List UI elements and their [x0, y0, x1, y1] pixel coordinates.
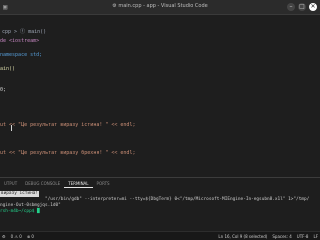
title-bar: ▣ ⚙ main.cpp - app - Visual Studio Code … — [0, 0, 320, 15]
window-title: ⚙ main.cpp - app - Visual Studio Code — [112, 3, 208, 9]
breadcrumb[interactable]: cpp > ⓕ main() — [0, 28, 320, 36]
code-line[interactable]: ut << "Це результат виразу істина! " << … — [0, 122, 135, 129]
status-problems[interactable]: 0 ⚠ 0 — [11, 234, 22, 239]
status-encoding[interactable]: UTF-8 — [297, 234, 309, 239]
close-button[interactable]: ✕ — [309, 3, 317, 11]
status-cursor-position[interactable]: Ln 16, Col 9 (8 selected) — [218, 234, 267, 239]
status-remote-icon[interactable]: ⚙ — [2, 234, 6, 239]
terminal[interactable]: виразу істина! "/usr/bin/gdb" --interpre… — [0, 190, 320, 230]
tab-debug-console[interactable]: DEBUG CONSOLE — [21, 179, 64, 188]
code-line[interactable]: ain() — [0, 66, 15, 73]
text-cursor — [11, 125, 12, 131]
code-line[interactable]: ut << "Це результат виразу брехня! " << … — [0, 150, 135, 157]
panel-divider — [0, 177, 320, 178]
code-editor[interactable]: de <iostream> namespace std; ain() 0; ut << … — [0, 38, 320, 178]
status-errors[interactable]: ⊗ 0 — [27, 234, 34, 239]
maximize-button[interactable]: □ — [298, 3, 306, 11]
panel-tabs: UTPUT DEBUG CONSOLE TERMINAL PORTS — [0, 179, 320, 188]
status-indentation[interactable]: Spaces: 4 — [272, 234, 291, 239]
tab-terminal[interactable]: TERMINAL — [64, 179, 93, 188]
status-bar: ⚙ 0 ⚠ 0 ⊗ 0 Ln 16, Col 9 (8 selected) Sp… — [0, 231, 320, 240]
tab-ports[interactable]: PORTS — [93, 179, 114, 188]
status-eol[interactable]: LF — [313, 234, 318, 239]
code-line[interactable]: 0; — [0, 87, 6, 94]
minimize-button[interactable]: – — [287, 3, 295, 11]
tab-output[interactable]: UTPUT — [0, 179, 21, 188]
code-line[interactable]: de <iostream> — [0, 38, 39, 45]
terminal-line: rsh-m4b~/cpp$ █ — [0, 209, 40, 214]
code-line[interactable]: namespace std; — [0, 52, 42, 59]
